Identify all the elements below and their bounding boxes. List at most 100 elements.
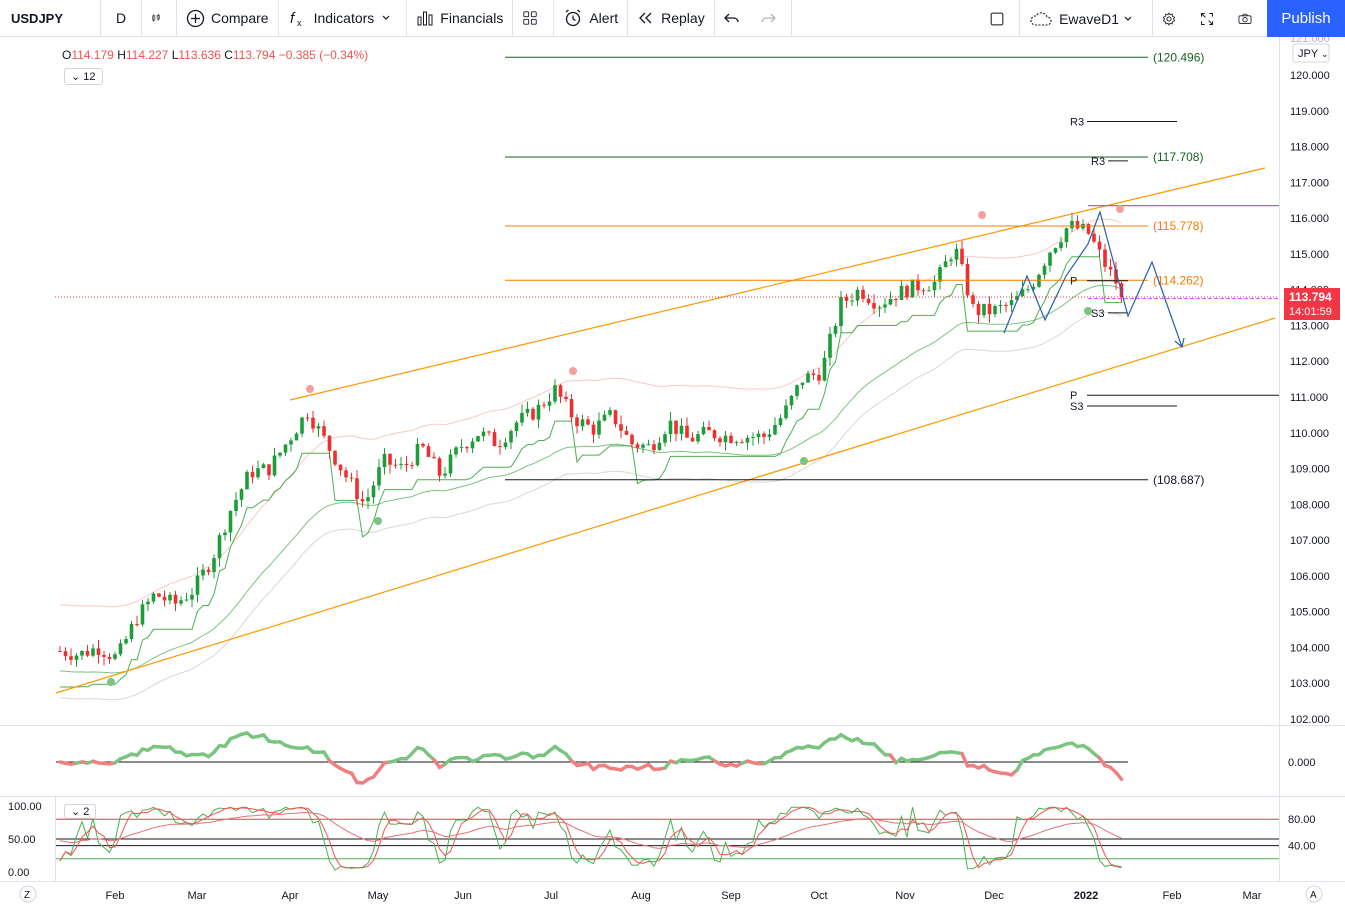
- square-icon: [990, 12, 1004, 25]
- candle-body: [855, 289, 860, 301]
- interval-button[interactable]: D: [101, 0, 141, 37]
- indicators-button[interactable]: fx Indicators: [279, 0, 407, 37]
- symbol-search-button[interactable]: USDJPY: [0, 0, 100, 37]
- price-tick-label: 109.000: [1290, 464, 1330, 476]
- financials-button[interactable]: Financials: [407, 0, 512, 37]
- candle-body: [668, 420, 673, 435]
- time-tick-label: Aug: [631, 890, 651, 902]
- rewind-icon: [639, 12, 652, 24]
- redo-icon: [761, 13, 776, 23]
- fullscreen-layout-button[interactable]: [981, 0, 1019, 37]
- candle-body: [569, 399, 574, 418]
- candle-body: [773, 424, 777, 435]
- candle-body: [960, 248, 964, 264]
- candle-body: [1070, 220, 1074, 229]
- candle-body: [580, 419, 585, 427]
- candle-body: [118, 643, 123, 655]
- candle-body: [564, 396, 568, 400]
- candle-body: [503, 442, 508, 448]
- candle-body: [850, 300, 854, 302]
- settings-button[interactable]: [1153, 0, 1191, 37]
- candle-body: [795, 385, 799, 396]
- candle-body: [245, 472, 249, 490]
- candle-body: [800, 382, 805, 386]
- replay-button[interactable]: Replay: [628, 0, 714, 37]
- channel-upper-line: [289, 167, 1266, 401]
- templates-button[interactable]: [513, 0, 553, 37]
- swing-marker-dot: [1116, 205, 1124, 213]
- candle-body: [740, 442, 744, 444]
- candle-body: [657, 442, 662, 451]
- oscillator-pane-1: 0.000: [56, 731, 1316, 785]
- auto-scale-label: A: [1310, 890, 1317, 901]
- candle-body: [927, 290, 931, 292]
- layout-menu-button[interactable]: EwaveD1: [1020, 0, 1152, 37]
- candle-body: [872, 303, 876, 309]
- candle-body: [619, 424, 623, 431]
- time-tick-label: Dec: [984, 890, 1004, 902]
- time-tick-label: Apr: [281, 890, 298, 902]
- candle-body: [525, 408, 530, 413]
- candle-body: [1026, 289, 1030, 291]
- candle-body: [883, 304, 887, 308]
- replay-label: Replay: [661, 10, 705, 26]
- compare-button[interactable]: Compare: [177, 0, 278, 37]
- price-tick-label: 118.000: [1290, 142, 1329, 154]
- candle-body: [223, 532, 227, 536]
- price-level-label: (120.496): [1153, 50, 1204, 64]
- candle-body: [866, 298, 871, 304]
- slow-stochastic-line: [59, 811, 1122, 849]
- plus-circle-icon: [186, 9, 205, 27]
- pivot-label: R3: [1091, 156, 1105, 168]
- candle-body: [234, 499, 238, 512]
- price-axis: 120.000 119.000 118.000 117.000 116.000 115.0…: [1290, 70, 1330, 726]
- price-chart[interactable]: (120.496)(117.708)(115.778)(114.262)(108…: [0, 37, 1345, 907]
- candle-body: [707, 426, 711, 431]
- undo-button[interactable]: [715, 0, 755, 37]
- price-tick-label: 113.000: [1290, 320, 1329, 332]
- swing-marker-dot: [800, 457, 808, 465]
- candle-body: [250, 472, 255, 478]
- gear-icon: [1162, 11, 1176, 26]
- candle-body: [135, 624, 139, 626]
- chart-type-button[interactable]: [142, 0, 176, 37]
- candle-body: [492, 432, 497, 447]
- auto-scale-button[interactable]: A: [1305, 885, 1323, 903]
- financials-label: Financials: [440, 10, 504, 26]
- timezone-button[interactable]: Z: [19, 885, 37, 903]
- candle-body: [778, 418, 783, 425]
- redo-button[interactable]: [755, 0, 787, 37]
- alert-button[interactable]: Alert: [554, 0, 627, 37]
- fullscreen-button[interactable]: [1191, 0, 1229, 37]
- candle-body: [910, 279, 915, 298]
- candle-body: [938, 267, 942, 282]
- currency-label: JPY: [1298, 48, 1319, 60]
- swing-marker-dot: [1084, 307, 1092, 315]
- swing-marker-dot: [107, 678, 115, 686]
- candle-body: [157, 593, 161, 597]
- candle-body: [349, 477, 354, 479]
- snapshot-button[interactable]: [1229, 0, 1267, 37]
- candle-body: [1103, 249, 1107, 267]
- candle-body: [256, 468, 260, 478]
- oscillator-pane-2: 100.00 50.00 0.00 80.00 40.00: [8, 801, 1316, 879]
- last-price-value: 113.794: [1289, 290, 1332, 304]
- candle-body: [1048, 252, 1052, 266]
- candle-body: [712, 430, 717, 439]
- candle-body: [718, 438, 722, 443]
- candle-body: [454, 447, 458, 455]
- candle-body: [481, 431, 486, 437]
- candle-body: [107, 656, 112, 659]
- candle-body: [437, 458, 442, 476]
- publish-button[interactable]: Publish: [1267, 0, 1345, 37]
- candle-body: [729, 435, 733, 443]
- candle-body: [734, 442, 739, 444]
- candle-body: [921, 290, 926, 292]
- candle-body: [575, 417, 579, 427]
- candle-body: [96, 648, 101, 655]
- candle-body: [1009, 300, 1014, 306]
- candle-body: [630, 434, 634, 445]
- svg-text:f: f: [290, 10, 296, 27]
- candle-body: [586, 419, 590, 425]
- candle-body: [179, 600, 183, 604]
